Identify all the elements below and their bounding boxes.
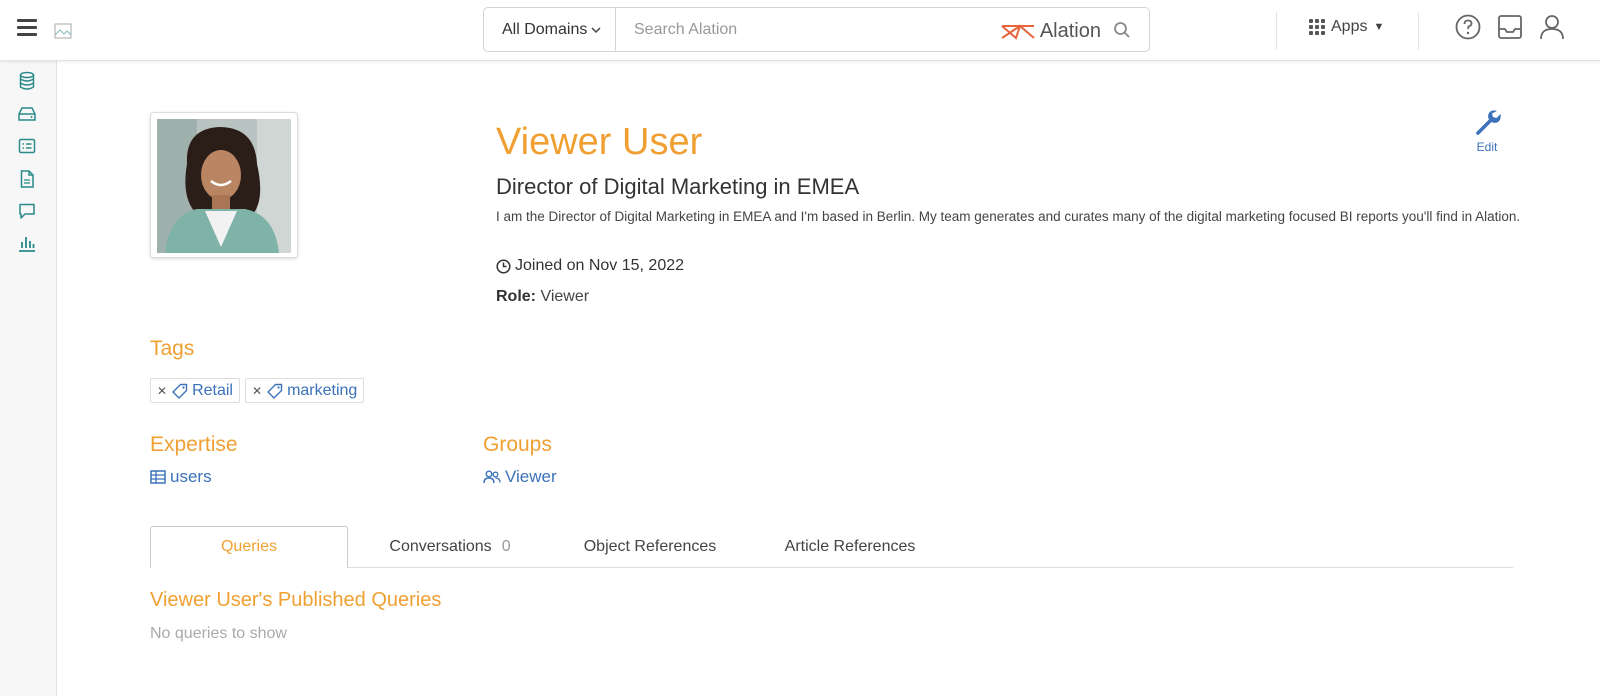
alation-brand: Alation	[1000, 20, 1101, 43]
tab-object-references[interactable]: Object References	[550, 526, 750, 568]
edit-label: Edit	[1476, 140, 1498, 154]
tag-label: marketing	[287, 381, 358, 399]
empty-queries-message: No queries to show	[150, 625, 287, 642]
tab-queries[interactable]: Queries	[150, 526, 348, 568]
role-value: Viewer	[540, 288, 590, 305]
tab-label: Article References	[784, 538, 916, 555]
domain-select[interactable]: All Domains	[484, 8, 616, 51]
table-icon	[150, 470, 166, 484]
apps-label: Apps	[1331, 18, 1368, 35]
divider	[1418, 12, 1419, 50]
tag-marketing[interactable]: ✕ marketing	[245, 378, 365, 403]
tab-label: Queries	[220, 538, 278, 555]
broken-logo-image-icon[interactable]	[54, 23, 72, 39]
remove-tag-icon[interactable]: ✕	[157, 384, 167, 398]
tag-icon	[267, 383, 283, 399]
storage-icon[interactable]	[17, 104, 37, 124]
profile-photo	[157, 119, 291, 253]
top-navbar: All Domains Alation Apps ▼	[0, 0, 1600, 61]
edit-profile-button[interactable]: Edit	[1467, 107, 1507, 154]
document-icon[interactable]	[17, 169, 37, 189]
profile-role: Role: Viewer	[496, 288, 589, 306]
conversation-icon[interactable]	[17, 201, 37, 221]
tab-label: Conversations	[389, 538, 492, 555]
tag-label: Retail	[192, 381, 233, 399]
group-label: Viewer	[505, 467, 557, 486]
chevron-down-icon	[591, 26, 601, 33]
profile-photo-image	[157, 119, 291, 253]
group-item-viewer[interactable]: Viewer	[483, 467, 557, 487]
chart-icon[interactable]	[17, 233, 37, 253]
search-icon[interactable]	[1113, 21, 1131, 39]
expertise-heading: Expertise	[150, 433, 238, 456]
apps-grid-icon	[1309, 19, 1325, 35]
tab-article-references[interactable]: Article References	[750, 526, 950, 568]
tag-retail[interactable]: ✕ Retail	[150, 378, 240, 403]
catalog-icon[interactable]	[17, 136, 37, 156]
tab-conversations[interactable]: Conversations 0	[350, 526, 550, 568]
groups-heading: Groups	[483, 433, 552, 456]
profile-bio: I am the Director of Digital Marketing i…	[496, 209, 1521, 224]
profile-name: Viewer User	[496, 121, 703, 163]
database-icon[interactable]	[17, 71, 37, 91]
user-profile-icon[interactable]	[1539, 14, 1565, 40]
tab-count-badge: 0	[501, 538, 511, 555]
alation-logo-icon	[1001, 23, 1035, 40]
joined-date-text: Joined on Nov 15, 2022	[515, 257, 685, 274]
tags-heading: Tags	[150, 337, 195, 360]
hamburger-menu-icon[interactable]	[17, 19, 37, 37]
clock-icon	[496, 258, 511, 274]
left-sidebar	[0, 61, 57, 696]
profile-title: Director of Digital Marketing in EMEA	[496, 174, 860, 199]
users-group-icon	[483, 470, 501, 484]
wrench-icon	[1476, 110, 1501, 135]
expertise-label: users	[170, 467, 212, 486]
caret-down-icon: ▼	[1373, 21, 1385, 33]
published-queries-heading: Viewer User's Published Queries	[150, 589, 442, 611]
divider	[1276, 12, 1277, 50]
avatar	[150, 112, 298, 258]
expertise-item-users[interactable]: users	[150, 467, 212, 487]
tag-icon	[172, 383, 188, 399]
inbox-icon[interactable]	[1497, 14, 1523, 40]
apps-menu-button[interactable]: Apps ▼	[1309, 18, 1384, 36]
joined-date: Joined on Nov 15, 2022	[496, 257, 684, 275]
profile-tabs: Queries Conversations 0 Object Reference…	[150, 526, 1513, 568]
tab-label: Object References	[583, 538, 717, 555]
domain-select-label: All Domains	[502, 20, 588, 38]
role-label: Role:	[496, 288, 536, 305]
help-icon[interactable]	[1455, 14, 1481, 40]
search-input[interactable]	[634, 20, 994, 39]
global-search-box: All Domains Alation	[483, 7, 1150, 52]
brand-label: Alation	[1039, 20, 1101, 42]
remove-tag-icon[interactable]: ✕	[252, 384, 262, 398]
main-content: Viewer User Director of Digital Marketin…	[57, 61, 1600, 696]
